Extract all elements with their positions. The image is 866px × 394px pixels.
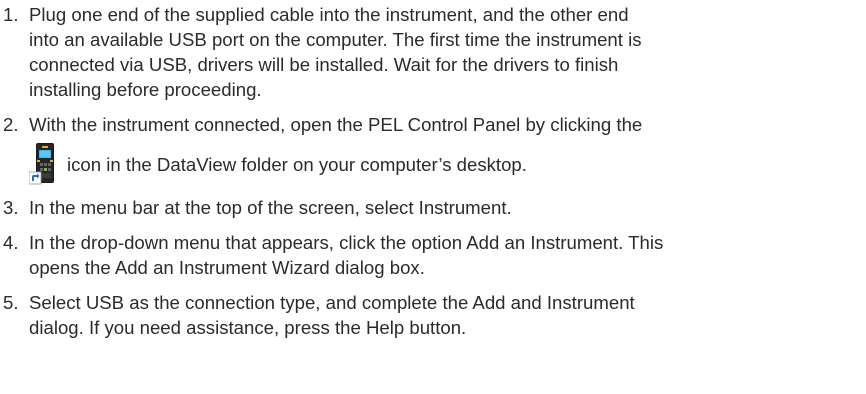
step-text-line: opens the Add an Instrument Wizard dialo… bbox=[29, 257, 425, 278]
step-5: 5. Select USB as the connection type, an… bbox=[3, 290, 863, 340]
step-2: 2. With the instrument connected, open t… bbox=[3, 112, 863, 185]
pel-control-panel-shortcut-icon bbox=[29, 143, 54, 185]
step-number: 2. bbox=[3, 114, 19, 135]
step-text-line: connected via USB, drivers will be insta… bbox=[29, 54, 619, 75]
step-text-line: dialog. If you need assistance, press th… bbox=[29, 317, 467, 338]
step-text-line: installing before proceeding. bbox=[29, 79, 262, 100]
step-number: 1. bbox=[3, 4, 19, 25]
step-number: 3. bbox=[3, 197, 19, 218]
step-text-line: into an available USB port on the comput… bbox=[29, 29, 642, 50]
instruction-steps: 1. Plug one end of the supplied cable in… bbox=[3, 2, 863, 350]
step-number: 5. bbox=[3, 292, 19, 313]
step-text-line: Select USB as the connection type, and c… bbox=[29, 292, 635, 313]
step-4: 4. In the drop-down menu that appears, c… bbox=[3, 230, 863, 280]
step-text-line: In the menu bar at the top of the screen… bbox=[29, 197, 512, 218]
step-1: 1. Plug one end of the supplied cable in… bbox=[3, 2, 863, 102]
step-text-line: In the drop-down menu that appears, clic… bbox=[29, 232, 664, 253]
step-text-line: Plug one end of the supplied cable into … bbox=[29, 4, 629, 25]
step-number: 4. bbox=[3, 232, 19, 253]
step-3: 3. In the menu bar at the top of the scr… bbox=[3, 195, 863, 220]
step-text-line: With the instrument connected, open the … bbox=[29, 114, 643, 135]
step-text-line: icon in the DataView folder on your comp… bbox=[67, 153, 527, 175]
step-icon-line: icon in the DataView folder on your comp… bbox=[29, 143, 863, 185]
